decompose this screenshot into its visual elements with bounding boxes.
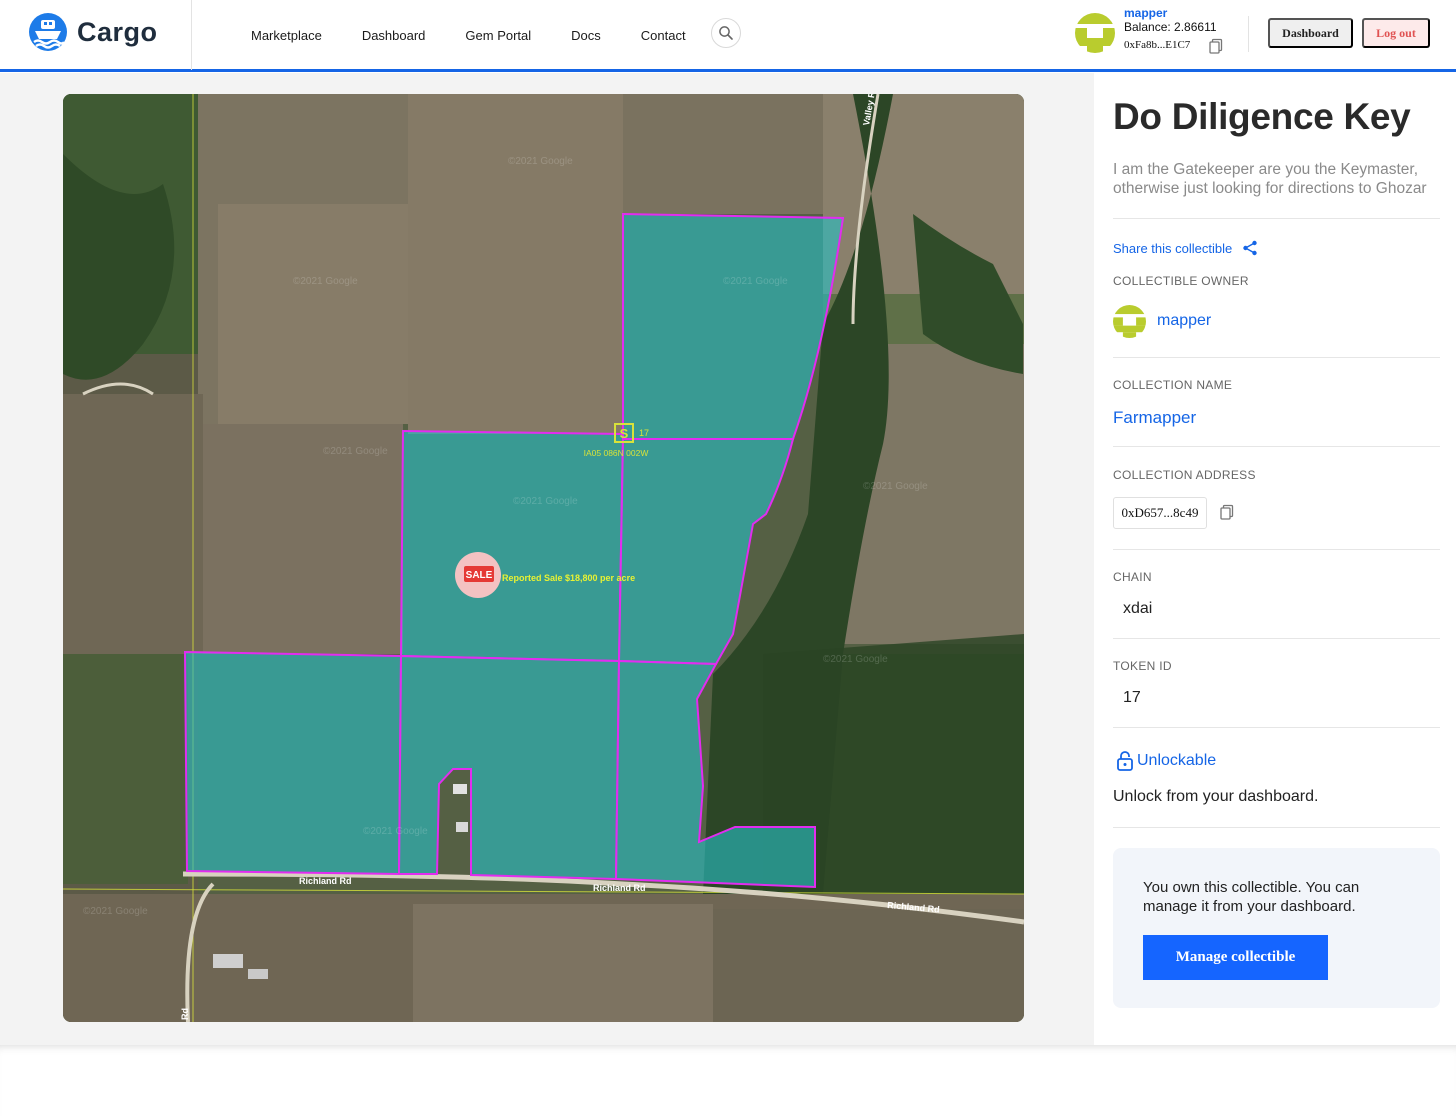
ownership-card: You own this collectible. You can manage… [1113, 848, 1440, 1008]
unlockable-text: Unlock from your dashboard. [1113, 788, 1319, 805]
nav-docs[interactable]: Docs [571, 28, 601, 43]
share-link[interactable]: Share this collectible [1113, 240, 1258, 256]
dashboard-button[interactable]: Dashboard [1268, 18, 1353, 48]
map-watermark: ©2021 Google [508, 156, 573, 167]
unlock-icon [1117, 751, 1133, 771]
share-icon [1243, 240, 1257, 256]
collection-address: 0xD657...8c49 [1113, 497, 1207, 529]
map-watermark: ©2021 Google [363, 826, 428, 837]
identicon-avatar-icon [1113, 305, 1146, 338]
parcel-map-image: S 17 IA05 086N 002W SALE Reported Sale $… [63, 94, 1024, 1022]
divider [1113, 357, 1440, 358]
section-code: IA05 086N 002W [584, 448, 649, 458]
section-number: 17 [639, 428, 649, 438]
collection-name-label: COLLECTION NAME [1113, 378, 1233, 392]
copy-icon[interactable] [1208, 38, 1224, 54]
owner-label: COLLECTIBLE OWNER [1113, 274, 1249, 288]
owner-avatar[interactable] [1113, 305, 1146, 338]
map-watermark: ©2021 Google [823, 654, 888, 665]
divider [1113, 727, 1440, 728]
identicon-avatar-icon [1075, 13, 1115, 53]
token-id-label: TOKEN ID [1113, 659, 1172, 673]
main-nav: Marketplace Dashboard Gem Portal Docs Co… [251, 0, 726, 70]
search-button[interactable] [711, 18, 741, 48]
logo[interactable]: Cargo [0, 0, 192, 70]
divider [1113, 446, 1440, 447]
unlockable-link[interactable]: Unlockable [1115, 750, 1216, 772]
chain-label: CHAIN [1113, 570, 1152, 584]
chain-value: xdai [1123, 600, 1153, 617]
nav-marketplace[interactable]: Marketplace [251, 28, 322, 43]
header-divider [1248, 16, 1249, 52]
ownership-text: You own this collectible. You can manage… [1143, 879, 1360, 915]
divider [1113, 638, 1440, 639]
collection-address-label: COLLECTION ADDRESS [1113, 468, 1256, 482]
token-id-value: 17 [1123, 689, 1141, 706]
user-balance: Balance: 2.86611 [1124, 20, 1217, 34]
share-label: Share this collectible [1113, 240, 1233, 256]
divider [1113, 549, 1440, 550]
nav-gem-portal[interactable]: Gem Portal [465, 28, 531, 43]
top-navbar: Cargo Marketplace Dashboard Gem Portal D… [0, 0, 1456, 72]
logout-button[interactable]: Log out [1362, 18, 1430, 48]
divider [1113, 218, 1440, 219]
road-label: Richland Rd [593, 883, 646, 893]
copy-icon[interactable] [1219, 504, 1235, 520]
section-badge: S [620, 426, 629, 441]
sale-label: Reported Sale $18,800 per acre [502, 573, 635, 583]
manage-collectible-button[interactable]: Manage collectible [1143, 935, 1328, 980]
logo-text: Cargo [77, 17, 158, 47]
road-label: Richland Rd [299, 876, 352, 886]
collection-name-link[interactable]: Farmapper [1113, 408, 1196, 428]
divider [1113, 827, 1440, 828]
collectible-description: I am the Gatekeeper are you the Keymaste… [1113, 161, 1427, 197]
collectible-title: Do Diligence Key [1113, 96, 1411, 137]
map-watermark: ©2021 Google [323, 446, 388, 457]
map-watermark: ©2021 Google [723, 276, 788, 287]
search-icon [719, 26, 733, 40]
map-watermark: ©2021 Google [513, 496, 578, 507]
owner-name-link[interactable]: mapper [1157, 312, 1211, 330]
map-watermark: ©2021 Google [83, 906, 148, 917]
nav-dashboard[interactable]: Dashboard [362, 28, 426, 43]
unlockable-label: Unlockable [1137, 752, 1217, 769]
road-label: Rd [180, 1008, 190, 1020]
nav-contact[interactable]: Contact [641, 28, 686, 43]
page-footer-area [0, 1045, 1456, 1116]
user-name[interactable]: mapper [1124, 6, 1167, 20]
map-watermark: ©2021 Google [863, 481, 928, 492]
user-wallet-address: 0xFa8b...E1C7 [1124, 39, 1191, 51]
user-avatar[interactable] [1075, 13, 1115, 53]
sale-badge: SALE [466, 570, 493, 581]
cargo-ship-icon [29, 13, 67, 51]
map-watermark: ©2021 Google [293, 276, 358, 287]
